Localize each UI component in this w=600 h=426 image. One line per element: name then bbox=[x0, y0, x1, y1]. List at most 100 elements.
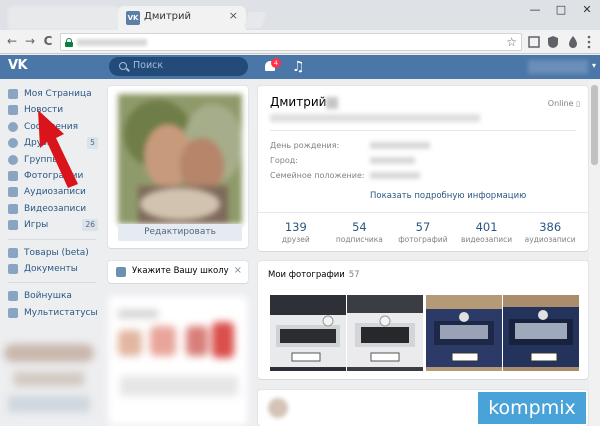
document-icon bbox=[8, 263, 18, 274]
news-icon bbox=[8, 105, 18, 116]
notifications-badge: 4 bbox=[271, 58, 281, 68]
search-placeholder: Поиск bbox=[133, 60, 164, 71]
gifts-blurred bbox=[108, 296, 248, 426]
extension-icon[interactable] bbox=[527, 35, 541, 49]
message-icon bbox=[8, 121, 18, 132]
browser-tab-active[interactable]: VK Дмитрий × bbox=[118, 6, 246, 30]
school-prompt-text: Укажите Вашу школу bbox=[132, 266, 229, 276]
online-status: Online ▯ bbox=[547, 99, 580, 108]
reload-button[interactable]: C bbox=[40, 33, 56, 49]
friends-icon bbox=[8, 138, 18, 149]
profile-info-card: Дмитрий Online ▯ День рождения: Город: С… bbox=[258, 86, 588, 251]
lock-icon bbox=[65, 38, 73, 47]
menu-item-label: Товары (beta) bbox=[24, 247, 89, 258]
kompmix-watermark: kompmix bbox=[478, 392, 586, 424]
photo-thumbnail[interactable] bbox=[270, 295, 346, 371]
menu-divider bbox=[8, 282, 96, 284]
search-icon bbox=[119, 62, 127, 70]
browser-tab-background[interactable] bbox=[8, 6, 120, 30]
school-prompt-card[interactable]: Укажите Вашу школу × bbox=[108, 261, 248, 283]
menu-item-label: Видеозаписи bbox=[24, 203, 87, 214]
address-bar[interactable]: ☆ bbox=[60, 33, 522, 51]
photo-thumbnail[interactable] bbox=[503, 295, 579, 371]
city-value-blurred bbox=[370, 157, 415, 164]
menu-item-goods[interactable]: Товары (beta) bbox=[0, 245, 104, 261]
app-icon bbox=[8, 307, 18, 318]
menu-item-app-voynushka[interactable]: Войнушка bbox=[0, 288, 104, 304]
browser-toolbar: ← → C ☆ bbox=[0, 30, 600, 54]
menu-item-label: Игры bbox=[24, 220, 49, 231]
bag-icon bbox=[8, 247, 18, 258]
photos-title[interactable]: Мои фотографии 57 bbox=[268, 270, 360, 280]
photo-thumbnail[interactable] bbox=[426, 295, 502, 371]
page-scrollbar[interactable] bbox=[589, 79, 600, 426]
search-input[interactable]: Поиск bbox=[109, 57, 248, 76]
window-controls: — □ ✕ bbox=[522, 0, 600, 22]
profile-status-blurred bbox=[270, 114, 480, 122]
menu-divider bbox=[8, 238, 96, 240]
vk-logo[interactable]: VK bbox=[8, 58, 28, 73]
header-user-blurred[interactable] bbox=[528, 60, 588, 74]
birthday-label: День рождения: bbox=[270, 141, 340, 150]
screenshot-root: VK Дмитрий × — □ ✕ ← → C ☆ VK Поиск 4 ♫ … bbox=[0, 0, 600, 426]
profile-photo[interactable] bbox=[118, 94, 242, 224]
city-label: Город: bbox=[270, 156, 298, 165]
close-window-button[interactable]: ✕ bbox=[574, 0, 600, 20]
menu-item-label: Документы bbox=[24, 263, 78, 274]
photo-thumbnail[interactable] bbox=[347, 295, 423, 371]
menu-item-documents[interactable]: Документы bbox=[0, 261, 104, 277]
menu-item-my-page[interactable]: Моя Страница bbox=[0, 86, 104, 102]
home-icon bbox=[8, 89, 18, 99]
app-icon bbox=[8, 291, 18, 302]
forward-button[interactable]: → bbox=[22, 33, 38, 49]
back-button[interactable]: ← bbox=[4, 33, 20, 49]
profile-counters: 139 друзей 54 подписчика 57 фотографий 4… bbox=[258, 220, 588, 250]
notifications-bell-icon[interactable]: 4 bbox=[263, 58, 281, 75]
my-photos-card: Мои фотографии 57 bbox=[258, 261, 588, 379]
extension-drop-icon[interactable] bbox=[566, 35, 580, 49]
menu-item-label: Войнушка bbox=[24, 291, 72, 302]
groups-icon bbox=[8, 154, 18, 165]
vk-favicon-icon: VK bbox=[126, 11, 140, 25]
maximize-button[interactable]: □ bbox=[548, 0, 574, 20]
menu-item-label: Моя Страница bbox=[24, 89, 92, 99]
red-arrow-annotation bbox=[38, 110, 78, 188]
games-count-badge: 26 bbox=[82, 219, 98, 232]
minimize-button[interactable]: — bbox=[522, 0, 548, 20]
menu-item-app-multistatus[interactable]: Мультистатусы bbox=[0, 305, 104, 321]
show-more-info-link[interactable]: Показать подробную информацию bbox=[370, 191, 526, 201]
post-avatar[interactable] bbox=[268, 398, 288, 418]
close-icon[interactable]: × bbox=[234, 265, 242, 276]
counter-audio[interactable]: 386 аудиозаписи bbox=[521, 220, 579, 250]
profile-surname-blurred bbox=[326, 97, 338, 109]
chrome-menu-icon[interactable] bbox=[584, 35, 594, 49]
counter-videos[interactable]: 401 видеозаписи bbox=[458, 220, 516, 250]
scrollbar-thumb[interactable] bbox=[591, 85, 598, 165]
counter-photos[interactable]: 57 фотографий bbox=[394, 220, 452, 250]
birthday-value-blurred bbox=[370, 142, 430, 149]
new-tab-button[interactable] bbox=[243, 12, 267, 28]
photos-count: 57 bbox=[348, 270, 360, 280]
counter-followers[interactable]: 54 подписчика bbox=[330, 220, 388, 250]
counter-friends[interactable]: 139 друзей bbox=[267, 220, 325, 250]
tab-title: Дмитрий bbox=[144, 11, 192, 22]
edit-profile-button[interactable]: Редактировать bbox=[118, 224, 242, 241]
menu-item-games[interactable]: Игры 26 bbox=[0, 217, 104, 233]
profile-name: Дмитрий bbox=[270, 95, 327, 109]
menu-item-label: Мультистатусы bbox=[24, 307, 98, 318]
info-divider bbox=[270, 130, 576, 131]
menu-item-video[interactable]: Видеозаписи bbox=[0, 201, 104, 217]
chevron-down-icon[interactable]: ▾ bbox=[592, 61, 596, 70]
relationship-label: Семейное положение: bbox=[270, 171, 365, 180]
vk-header: VK Поиск 4 ♫ ▾ bbox=[0, 55, 600, 79]
games-icon bbox=[8, 220, 18, 231]
relationship-value-blurred bbox=[370, 172, 420, 179]
avatar-card: Редактировать bbox=[108, 86, 248, 248]
mobile-icon: ▯ bbox=[576, 100, 580, 108]
camera-icon bbox=[8, 170, 18, 181]
bookmark-star-icon[interactable]: ☆ bbox=[506, 35, 517, 49]
school-icon bbox=[116, 267, 126, 277]
music-note-icon[interactable]: ♫ bbox=[292, 59, 305, 75]
extension-shield-icon[interactable] bbox=[546, 35, 560, 49]
tab-close-icon[interactable]: × bbox=[229, 9, 238, 22]
